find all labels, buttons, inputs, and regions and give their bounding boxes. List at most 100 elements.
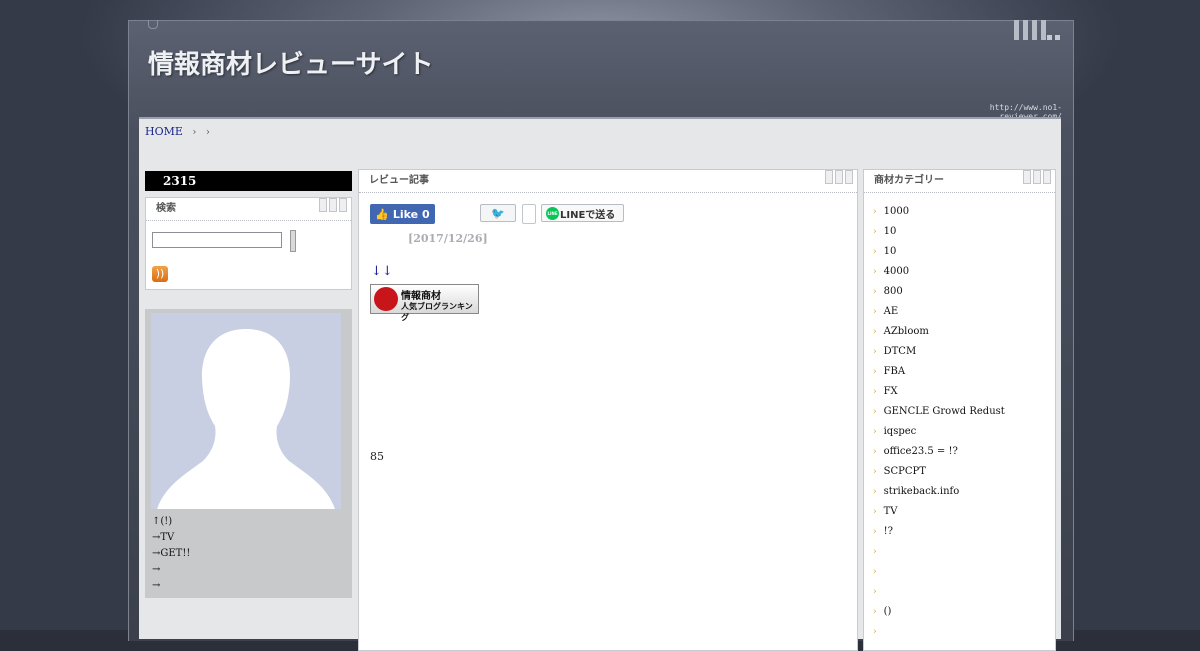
category-list: › 1000 › 10 › 10 › 4000 › 800 › AE › AZbloom › DTCM › FBA… xyxy=(873,204,1005,644)
search-widget: 検索 )) xyxy=(145,197,352,290)
widget-tabs-ornament xyxy=(823,170,853,193)
search-widget-title: 検索 xyxy=(156,203,176,214)
category-link[interactable]: () xyxy=(884,606,892,617)
post-date: [2017/12/26] xyxy=(408,232,488,245)
profile-widget: ↑(!) →TV →GET!! → → xyxy=(145,309,352,598)
category-link[interactable]: strikeback.info xyxy=(884,486,960,497)
category-item[interactable]: › xyxy=(873,544,1005,564)
category-link[interactable]: DTCM xyxy=(884,346,917,357)
category-widget: 商材カテゴリー › 1000 › 10 › 10 › 4000 › 800 › AE › AZbloom ›… xyxy=(863,169,1056,651)
category-item[interactable]: › xyxy=(873,564,1005,584)
chevron-right-icon: › xyxy=(873,467,877,477)
category-item[interactable]: › GENCLE Growd Redust xyxy=(873,404,1005,424)
twitter-share-button[interactable]: 🐦 xyxy=(480,204,516,222)
ranking-logo-icon xyxy=(374,287,398,311)
chevron-right-icon: › xyxy=(873,627,877,637)
category-link[interactable]: 1000 xyxy=(884,206,909,217)
chevron-right-icon: › xyxy=(873,547,877,557)
category-item[interactable]: › TV xyxy=(873,504,1005,524)
breadcrumb-home-link[interactable]: HOME xyxy=(145,125,183,138)
chevron-right-icon: › xyxy=(873,507,877,517)
profile-text: ↑(!) →TV →GET!! → → xyxy=(152,514,190,594)
category-link[interactable]: FX xyxy=(884,386,898,397)
category-item[interactable]: › 10 xyxy=(873,224,1005,244)
category-item[interactable]: › 10 xyxy=(873,244,1005,264)
category-item[interactable]: › xyxy=(873,624,1005,644)
category-item[interactable]: › 800 xyxy=(873,284,1005,304)
category-widget-title: 商材カテゴリー xyxy=(874,175,944,186)
chevron-right-icon: › xyxy=(873,407,877,417)
chevron-right-icon: › xyxy=(873,527,877,537)
category-item[interactable]: › () xyxy=(873,604,1005,624)
rss-feed-icon[interactable]: )) xyxy=(152,266,168,282)
category-link[interactable]: office23.5 = !? xyxy=(884,446,958,457)
article-header: レビュー記事 xyxy=(359,170,857,193)
profile-line: →GET!! xyxy=(152,548,191,559)
review-article: レビュー記事 👍 Like 0 🐦 LINEで送る LINE [2017/12/… xyxy=(358,169,858,651)
widget-tabs-ornament xyxy=(1021,170,1051,193)
profile-line: → xyxy=(152,580,161,591)
ranking-banner-title: 情報商材 xyxy=(401,291,441,302)
category-link[interactable]: 10 xyxy=(884,246,897,257)
twitter-count-bubble xyxy=(522,204,536,224)
chevron-right-icon: › xyxy=(873,347,877,357)
category-link[interactable]: !? xyxy=(884,526,893,537)
category-link[interactable]: TV xyxy=(884,506,898,517)
chevron-right-icon: › xyxy=(873,427,877,437)
search-input[interactable] xyxy=(152,232,282,248)
chevron-right-icon: › xyxy=(873,247,877,257)
category-link[interactable]: FBA xyxy=(884,366,906,377)
ranking-banner-subtitle: 人気ブログランキング xyxy=(401,302,473,322)
category-link[interactable]: AE xyxy=(884,306,899,317)
widget-tabs-ornament xyxy=(317,198,347,221)
facebook-like-button[interactable]: 👍 Like 0 xyxy=(370,204,435,224)
category-item[interactable]: › 1000 xyxy=(873,204,1005,224)
chevron-right-icon: › xyxy=(873,287,877,297)
chevron-right-icon: › xyxy=(873,387,877,397)
down-arrows: ↓↓ xyxy=(371,264,393,279)
breadcrumb: HOME › › xyxy=(145,125,216,138)
default-avatar-silhouette-icon xyxy=(157,329,335,509)
category-link[interactable]: 4000 xyxy=(884,266,909,277)
article-number: 85 xyxy=(370,450,384,463)
chevron-right-icon: › xyxy=(873,307,877,317)
category-item[interactable]: ›!? xyxy=(873,524,1005,544)
profile-line: → xyxy=(152,564,161,575)
profile-line: ↑(!) xyxy=(152,516,173,527)
category-item[interactable]: › office23.5 = !? xyxy=(873,444,1005,464)
category-link[interactable]: AZbloom xyxy=(884,326,929,337)
category-item[interactable]: › AZbloom xyxy=(873,324,1005,344)
visitor-counter: 2315 xyxy=(145,171,352,191)
category-link[interactable]: SCPCPT xyxy=(884,466,926,477)
category-item[interactable]: › 4000 xyxy=(873,264,1005,284)
frame-ornament xyxy=(148,20,158,29)
avatar xyxy=(151,313,341,509)
category-item[interactable]: › AE xyxy=(873,304,1005,324)
chevron-right-icon: › xyxy=(873,447,877,457)
category-item[interactable]: › FBA xyxy=(873,364,1005,384)
category-item[interactable]: › FX xyxy=(873,384,1005,404)
category-item[interactable]: › iqspec xyxy=(873,424,1005,444)
category-link[interactable]: 800 xyxy=(884,286,903,297)
category-link[interactable]: GENCLE Growd Redust xyxy=(884,406,1005,417)
category-item[interactable]: › DTCM xyxy=(873,344,1005,364)
line-logo-icon: LINE xyxy=(546,207,559,220)
chevron-right-icon: › xyxy=(873,487,877,497)
category-link[interactable]: iqspec xyxy=(884,426,917,437)
category-item[interactable]: › strikeback.info xyxy=(873,484,1005,504)
category-item[interactable]: › SCPCPT xyxy=(873,464,1005,484)
article-section-title: レビュー記事 xyxy=(369,175,429,186)
chevron-right-icon: › xyxy=(873,327,877,337)
chevron-right-icon: › xyxy=(873,607,877,617)
category-link[interactable]: 10 xyxy=(884,226,897,237)
search-widget-header: 検索 xyxy=(146,198,351,221)
category-item[interactable]: › xyxy=(873,584,1005,604)
profile-line: →TV xyxy=(152,532,175,543)
chevron-right-icon: › xyxy=(873,587,877,597)
search-button[interactable] xyxy=(290,230,296,252)
site-title[interactable]: 情報商材レビューサイト xyxy=(148,44,433,81)
content-area: HOME › › 2315 検索 )) ↑(!) →TV →GET!! → → … xyxy=(139,117,1061,651)
chevron-right-icon: › xyxy=(873,227,877,237)
breadcrumb-separator: › xyxy=(192,127,197,138)
blog-ranking-banner[interactable]: 情報商材 人気ブログランキング xyxy=(370,284,479,322)
